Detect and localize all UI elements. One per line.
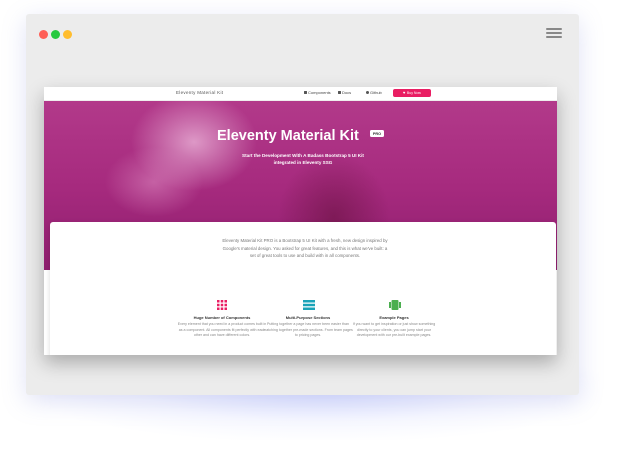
grid-icon — [217, 300, 227, 310]
heart-icon: ♥ — [403, 90, 406, 95]
nav-item-label: Docs — [342, 90, 352, 95]
feature-title: Multi-Purpose Sections — [285, 315, 331, 320]
minimize-window-icon[interactable] — [51, 30, 60, 39]
feature-sections: Multi-Purpose Sections Putting together … — [263, 300, 353, 339]
hamburger-icon[interactable] — [546, 28, 562, 39]
navbar: Eleventy Material Kit Components Docs Gi… — [44, 87, 557, 101]
components-icon — [304, 91, 307, 94]
docs-icon — [338, 91, 341, 94]
feature-example-pages: Example Pages If you want to get inspira… — [349, 300, 439, 339]
nav-item-label: Components — [308, 90, 331, 95]
nav-item-docs[interactable]: Docs — [338, 90, 351, 95]
feature-title: Example Pages — [379, 315, 409, 320]
feature-title: Huge Number of Components — [193, 315, 251, 320]
feature-components: Huge Number of Components Every element … — [177, 300, 267, 339]
intro-text: Eleventy Material Kit PRO is a Bootstrap… — [222, 238, 388, 258]
nav-item-components[interactable]: Components — [304, 90, 331, 95]
buy-now-button[interactable]: ♥ Buy Now — [393, 89, 431, 97]
hero-subtitle: Start the Development With A Badass Boot… — [242, 153, 364, 165]
feature-description: If you want to get inspiration or just s… — [352, 322, 436, 337]
website-preview: Eleventy Material Kit Components Docs Gi… — [44, 87, 557, 355]
close-window-icon[interactable] — [39, 30, 48, 39]
navbar-brand[interactable]: Eleventy Material Kit — [176, 90, 223, 95]
nav-item-github[interactable]: Github — [366, 90, 382, 95]
pro-badge: PRO — [370, 130, 384, 137]
sections-icon — [303, 300, 315, 310]
feature-description: Putting together a page has never been e… — [263, 322, 353, 337]
buy-now-label: Buy Now — [406, 91, 421, 95]
content-card: Eleventy Material Kit PRO is a Bootstrap… — [50, 222, 556, 355]
feature-description: Every element that you need in a product… — [177, 322, 267, 337]
page-title: Eleventy Material Kit — [217, 128, 359, 144]
pages-icon — [389, 300, 401, 310]
maximize-window-icon[interactable] — [63, 30, 72, 39]
github-icon — [366, 91, 369, 94]
nav-item-label: Github — [370, 90, 382, 95]
